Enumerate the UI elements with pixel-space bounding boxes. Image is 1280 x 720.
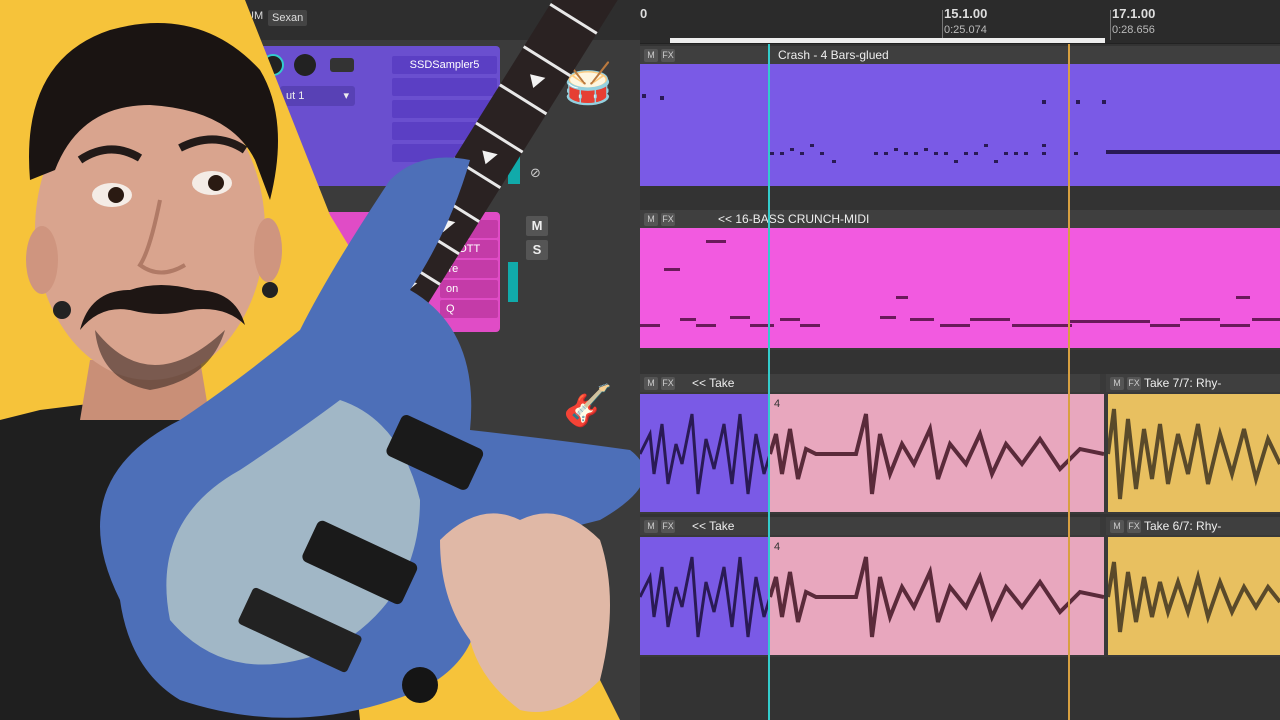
ruler-time: 0:25.074 xyxy=(944,24,987,36)
clip-name: Take 7/7: Rhy- xyxy=(1144,376,1222,390)
audio-clip[interactable] xyxy=(640,394,770,512)
ruler-time: 0:28.656 xyxy=(1112,24,1155,36)
clip-button-m[interactable]: M xyxy=(644,48,658,62)
midi-notes xyxy=(640,240,1280,327)
clip-button-fx[interactable]: FX xyxy=(1127,519,1141,533)
clip-button-fx[interactable]: FX xyxy=(661,519,675,533)
clip-header[interactable]: M FX Crash - 4 Bars-glued xyxy=(640,46,1280,64)
waveform xyxy=(770,556,1104,638)
clip-name: Crash - 4 Bars-glued xyxy=(778,48,889,62)
track-lane: M FX << 16-BASS CRUNCH-MIDI xyxy=(640,210,1280,350)
edit-cursor[interactable] xyxy=(1068,44,1070,720)
ruler-tick xyxy=(942,10,943,40)
loop-region[interactable] xyxy=(670,38,1105,43)
pupil xyxy=(208,175,224,191)
clip-button-m[interactable]: M xyxy=(644,519,658,533)
clip-button-fx[interactable]: FX xyxy=(661,376,675,390)
midi-clip[interactable] xyxy=(640,64,1280,186)
audio-clip[interactable]: 4 xyxy=(770,394,1104,512)
clip-header[interactable]: M FX << Take xyxy=(640,517,1100,535)
audio-clip[interactable] xyxy=(640,537,770,655)
pupil xyxy=(108,187,124,203)
clip-marker: 4 xyxy=(774,541,781,553)
clip-button-fx[interactable]: FX xyxy=(661,48,675,62)
ruler-mark: 17.1.00 xyxy=(1112,6,1156,21)
waveform xyxy=(640,556,770,638)
ear xyxy=(26,226,58,294)
audio-clip[interactable] xyxy=(1108,537,1280,655)
ear xyxy=(254,218,282,282)
clip-name: << Take xyxy=(692,376,735,390)
track-lane: M FX << Take M FX Take 7/7: Rhy- 4 xyxy=(640,374,1280,514)
ear-gauge xyxy=(53,301,71,319)
waveform xyxy=(770,413,1104,495)
clip-header[interactable]: M FX << 16-BASS CRUNCH-MIDI xyxy=(640,210,1280,228)
clip-button-m[interactable]: M xyxy=(644,376,658,390)
audio-clip[interactable] xyxy=(1108,394,1280,512)
clip-button-m[interactable]: M xyxy=(644,212,658,226)
hand xyxy=(440,513,610,712)
clip-name: Take 6/7: Rhy- xyxy=(1144,519,1222,533)
clip-button-m[interactable]: M xyxy=(1110,376,1124,390)
midi-notes xyxy=(642,94,1280,163)
clip-button-m[interactable]: M xyxy=(1110,519,1124,533)
volume-knob xyxy=(402,667,438,703)
clip-header[interactable]: M FX Take 7/7: Rhy- xyxy=(1106,374,1280,392)
clip-marker: 4 xyxy=(774,398,781,410)
person-with-guitar-illustration xyxy=(0,0,640,720)
midi-clip[interactable] xyxy=(640,228,1280,348)
ruler-mark: 15.1.00 xyxy=(944,6,988,21)
ear-gauge xyxy=(262,282,278,298)
ruler-mark: 0 xyxy=(640,6,648,21)
clip-header[interactable]: M FX << Take xyxy=(640,374,1100,392)
arrange-view[interactable]: 0 15.1.00 0:25.074 17.1.00 0:28.656 M FX… xyxy=(640,0,1280,720)
clip-button-fx[interactable]: FX xyxy=(1127,376,1141,390)
track-lane: M FX Crash - 4 Bars-glued xyxy=(640,46,1280,186)
clip-name: << 16-BASS CRUNCH-MIDI xyxy=(718,212,870,226)
ruler-tick xyxy=(1110,10,1111,40)
waveform xyxy=(640,413,770,495)
waveform xyxy=(1108,561,1280,633)
timeline-ruler[interactable]: 0 15.1.00 0:25.074 17.1.00 0:28.656 xyxy=(640,0,1280,44)
audio-clip[interactable]: 4 xyxy=(770,537,1104,655)
clip-button-fx[interactable]: FX xyxy=(661,212,675,226)
clip-header[interactable]: M FX Take 6/7: Rhy- xyxy=(1106,517,1280,535)
clip-name: << Take xyxy=(692,519,735,533)
track-lane: M FX << Take M FX Take 6/7: Rhy- 4 xyxy=(640,517,1280,657)
playhead[interactable] xyxy=(768,44,770,720)
waveform xyxy=(1108,408,1280,500)
